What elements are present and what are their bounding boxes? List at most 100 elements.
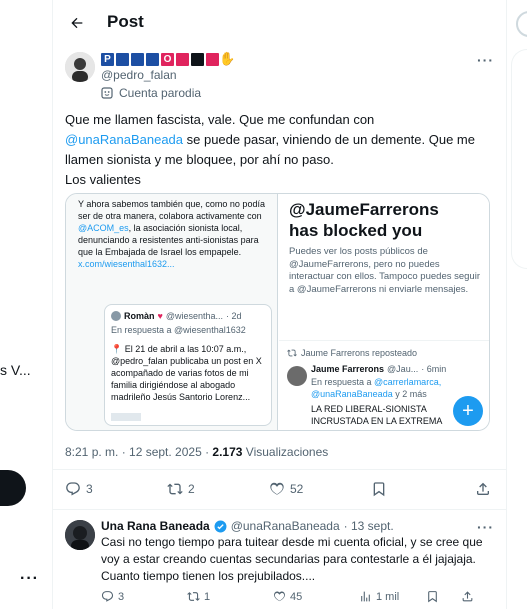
repost-icon bbox=[287, 349, 297, 357]
views-chart-icon bbox=[361, 591, 370, 602]
post-actions: 3 2 52 bbox=[65, 481, 495, 501]
author-avatar[interactable] bbox=[65, 52, 95, 82]
quoted-time: · 2d bbox=[226, 311, 242, 321]
post-header: Post bbox=[53, 0, 507, 45]
blocked-title: @JaumeFarrerons has blocked you bbox=[289, 199, 484, 241]
screenshot-text: Y ahora sabemos también que, como no pod… bbox=[78, 198, 270, 270]
verified-badge-icon bbox=[214, 520, 227, 532]
reply-bookmark-button[interactable] bbox=[426, 590, 439, 603]
mention-link: @ACOM_es bbox=[78, 223, 129, 233]
more-options-icon[interactable]: ··· bbox=[477, 52, 494, 68]
inner-avatar bbox=[287, 366, 307, 386]
reply-repost-count: 1 bbox=[204, 590, 211, 603]
reply-views-button[interactable]: 1 mil bbox=[359, 590, 399, 603]
parody-badge: Cuenta parodia bbox=[101, 86, 201, 100]
reply-like-count: 45 bbox=[290, 590, 303, 603]
quoted-avatar bbox=[111, 311, 121, 321]
blocked-title-handle: @JaumeFarrerons bbox=[289, 200, 439, 219]
repost-button[interactable]: 2 bbox=[167, 481, 195, 497]
name-emoji-block bbox=[191, 52, 204, 66]
reply-views-count: 1 mil bbox=[376, 590, 400, 603]
author-name[interactable]: P O ✋ bbox=[101, 51, 236, 67]
repost-icon bbox=[187, 592, 200, 601]
name-emoji-block bbox=[116, 52, 129, 66]
pin-icon: 📍 bbox=[111, 344, 123, 354]
truncated-text: s V... bbox=[0, 362, 31, 378]
reply-like-button[interactable]: 45 bbox=[273, 590, 302, 603]
quoted-text: 📍 El 21 de abril a las 10:07 a.m., @pedr… bbox=[111, 343, 269, 403]
reply-share-button[interactable] bbox=[461, 590, 474, 603]
name-emoji-block bbox=[206, 52, 219, 66]
views-label: Visualizaciones bbox=[242, 445, 329, 459]
bookmark-button[interactable] bbox=[371, 481, 387, 497]
partial-search-icon[interactable] bbox=[516, 11, 527, 37]
text-part: Y ahora sabemos también que, como no pod… bbox=[78, 199, 265, 221]
reply-reply-count: 3 bbox=[118, 590, 125, 603]
reply-icon bbox=[66, 482, 80, 496]
share-icon bbox=[462, 591, 473, 602]
page-title: Post bbox=[107, 12, 144, 31]
post-meta: 8:21 p. m. · 12 sept. 2025 · 2.173 Visua… bbox=[65, 445, 328, 459]
name-emoji-block bbox=[146, 52, 159, 66]
reply-repost-button[interactable]: 1 bbox=[187, 590, 210, 603]
quoted-reply-to: En respuesta a @wiesenthal1632 bbox=[111, 325, 246, 335]
url-link: x.com/wiesenthal1632... bbox=[78, 259, 175, 269]
like-count: 52 bbox=[290, 482, 304, 496]
repost-label: Jaume Farrerons reposteado bbox=[301, 348, 418, 358]
inner-time: · 6min bbox=[421, 364, 447, 374]
media-attachments[interactable]: Y ahora sabemos también que, como no pod… bbox=[65, 193, 490, 431]
views-count: 2.173 bbox=[212, 445, 243, 459]
name-emoji-block bbox=[176, 52, 189, 66]
partial-panel bbox=[511, 49, 527, 269]
reply-avatar[interactable] bbox=[65, 520, 95, 550]
blocked-title-rest: has blocked you bbox=[289, 221, 423, 240]
quoted-header: Romàn ♥ @wiesentha... · 2d bbox=[111, 311, 242, 321]
reply-handle[interactable]: @unaRanaBaneada bbox=[231, 519, 340, 533]
parody-mask-icon bbox=[101, 87, 113, 99]
divider bbox=[53, 509, 507, 510]
heart-icon: ♥ bbox=[157, 311, 163, 321]
quoted-handle: @wiesentha... bbox=[165, 311, 224, 321]
author-handle[interactable]: @pedro_falan bbox=[101, 68, 177, 82]
divider bbox=[279, 340, 489, 341]
divider bbox=[53, 469, 507, 470]
post-text-part: Los valientes bbox=[65, 172, 141, 187]
post-text-part: Que me llamen fascista, vale. Que me con… bbox=[65, 112, 375, 127]
blocked-description: Puedes ver los posts públicos de @JaumeF… bbox=[289, 246, 480, 295]
name-emoji-block: P bbox=[101, 52, 114, 66]
reply-button[interactable]: 3 bbox=[65, 481, 93, 497]
reply-reply-button[interactable]: 3 bbox=[101, 590, 124, 603]
repost-icon bbox=[167, 483, 183, 495]
more-icon[interactable]: ··· bbox=[20, 570, 39, 588]
share-button[interactable] bbox=[475, 481, 491, 497]
name-emoji-block: O bbox=[161, 52, 174, 66]
media-image-left[interactable]: Y ahora sabemos también que, como no pod… bbox=[66, 194, 278, 430]
repost-indicator: Jaume Farrerons reposteado bbox=[287, 348, 417, 358]
reply-header: Una Rana Baneada @unaRanaBaneada · 13 se… bbox=[101, 519, 394, 533]
reply-date[interactable]: · 13 sept. bbox=[344, 519, 394, 533]
post-text: Que me llamen fascista, vale. Que me con… bbox=[65, 110, 495, 190]
quoted-tweet-card: Romàn ♥ @wiesentha... · 2d En respuesta … bbox=[104, 304, 272, 426]
parody-label: Cuenta parodia bbox=[119, 86, 202, 100]
mention-link[interactable]: @unaRanaBaneada bbox=[65, 132, 183, 147]
like-button[interactable]: 52 bbox=[269, 481, 303, 497]
back-arrow-icon[interactable] bbox=[63, 9, 91, 37]
compose-plus-icon: + bbox=[453, 396, 483, 426]
inner-handle: @Jau... bbox=[387, 364, 419, 374]
post-timestamp[interactable]: 8:21 p. m. · 12 sept. 2025 · bbox=[65, 445, 212, 459]
reply-actions: 3 1 45 1 mil bbox=[101, 590, 496, 606]
reply-count: 3 bbox=[86, 482, 93, 496]
right-sidebar-sliver bbox=[506, 0, 527, 609]
share-icon bbox=[477, 482, 489, 495]
partial-button[interactable] bbox=[0, 470, 26, 506]
reply-author-name[interactable]: Una Rana Baneada bbox=[101, 519, 210, 533]
reply-text: Casi no tengo tiempo para tuitear desde … bbox=[101, 535, 483, 583]
left-sidebar-sliver: s V... ··· bbox=[0, 0, 52, 609]
heart-icon bbox=[274, 591, 285, 602]
media-image-right[interactable]: @JaumeFarrerons has blocked you Puedes v… bbox=[279, 194, 489, 430]
name-emoji-block: ✋ bbox=[219, 51, 236, 66]
bookmark-icon bbox=[428, 591, 437, 603]
quoted-name: Romàn bbox=[124, 311, 155, 321]
reply-more-options-icon[interactable]: ··· bbox=[477, 519, 494, 535]
post-column: Post P O ✋ @pedro_falan ··· Cuenta parodia… bbox=[52, 0, 507, 609]
